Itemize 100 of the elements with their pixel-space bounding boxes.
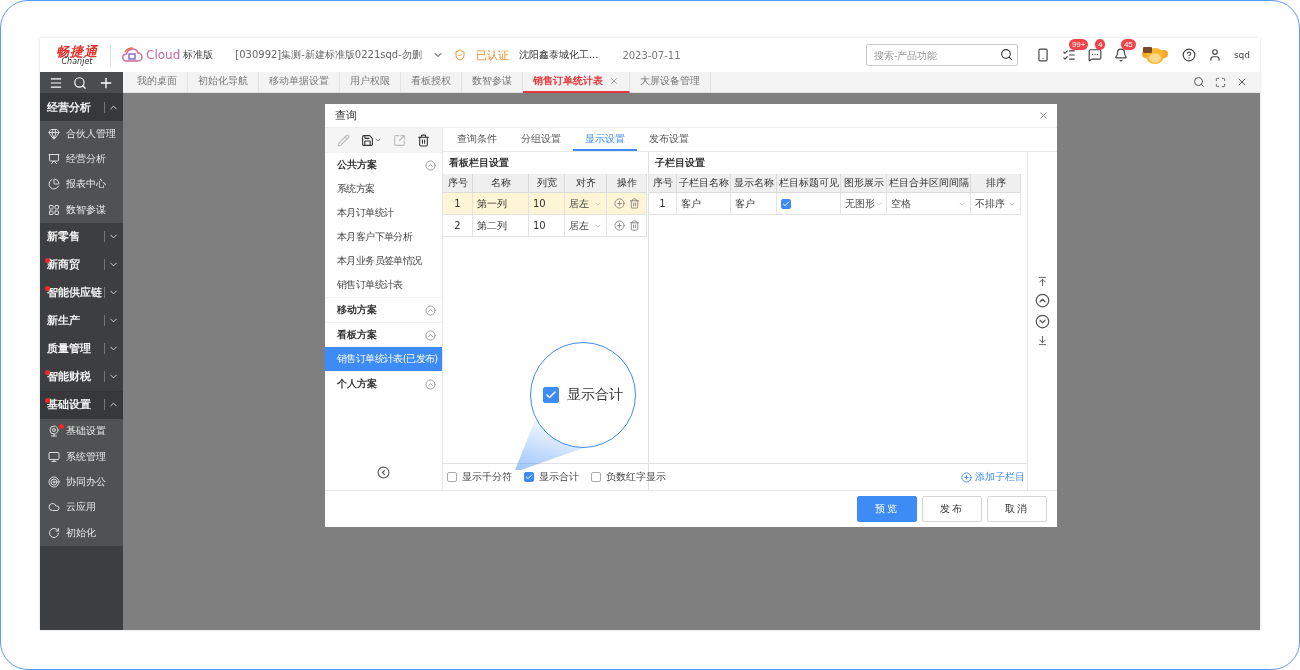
product-name: Cloud — [146, 48, 181, 62]
sidebar-group[interactable]: 经营分析 — [40, 93, 123, 121]
scheme-group[interactable]: 公共方案 — [337, 158, 377, 172]
shield-icon — [453, 49, 466, 61]
move-up-icon[interactable] — [1035, 293, 1050, 308]
move-top-icon[interactable] — [1037, 276, 1048, 287]
column-header: 排序 — [971, 174, 1021, 193]
table-cell: 10 — [529, 193, 565, 215]
tab[interactable]: 移动单据设置 — [259, 71, 340, 93]
option-label: 负数红字显示 — [606, 470, 666, 484]
trash-icon[interactable] — [417, 133, 431, 147]
tab[interactable]: 查询条件 — [445, 128, 509, 151]
move-bottom-icon[interactable] — [1037, 335, 1048, 346]
account-name[interactable]: [030992]集测-新建标准版0221sqd-勿删 — [235, 48, 422, 62]
scheme-group[interactable]: 移动方案 — [337, 303, 377, 317]
save-menu-button[interactable] — [360, 133, 382, 147]
column-header: 子栏目名称 — [677, 174, 731, 193]
mascot-icon[interactable] — [1139, 45, 1170, 65]
tab[interactable]: 数智参谋 — [462, 71, 523, 93]
tab[interactable]: 发布设置 — [637, 128, 701, 151]
scheme-item[interactable]: 系统方案 — [325, 177, 442, 201]
tab[interactable]: 看板授权 — [401, 71, 462, 93]
logo-name: 畅捷通 — [56, 44, 98, 58]
checkbox[interactable] — [524, 472, 534, 482]
table-cell: 1 — [649, 193, 677, 215]
webcam-icon — [48, 425, 60, 438]
message-icon[interactable] — [1087, 48, 1102, 62]
sidebar-item[interactable]: 经营分析 — [66, 152, 106, 167]
sidebar-item[interactable]: 基础设置 — [66, 424, 106, 439]
column-header: 列宽 — [529, 174, 565, 193]
sidebar-item[interactable]: 系统管理 — [66, 449, 106, 464]
phone-icon[interactable] — [1035, 48, 1050, 62]
sidebar-item[interactable]: 协同办公 — [66, 475, 106, 490]
merge-select[interactable]: 空格 — [891, 196, 966, 211]
scheme-item[interactable]: 本月业务员签单情况 — [325, 249, 442, 273]
grid-icon — [48, 203, 60, 216]
tab[interactable]: 我的桌面 — [127, 71, 188, 93]
check-icon — [525, 473, 533, 481]
column-header: 序号 — [649, 174, 677, 193]
count-badge: 4 — [1094, 39, 1106, 50]
scheme-group[interactable]: 个人方案 — [337, 377, 377, 391]
chart-select[interactable]: 无图形 — [845, 196, 883, 211]
tab[interactable]: 初始化导航 — [188, 71, 259, 93]
search-icon[interactable] — [73, 75, 88, 90]
edition-label: 标准版 — [183, 48, 214, 62]
scheme-item[interactable]: 本月订单统计 — [325, 201, 442, 225]
move-down-icon[interactable] — [1035, 314, 1050, 329]
checklist-icon[interactable] — [1061, 48, 1076, 62]
search-icon[interactable] — [999, 48, 1013, 61]
company-name: 沈阳鑫泰城化工... — [518, 48, 599, 62]
dialog-button[interactable]: 取消 — [987, 496, 1047, 522]
callout-label: 显示合计 — [567, 386, 623, 404]
bell-icon[interactable] — [1113, 48, 1128, 62]
sidebar-group[interactable]: 基础设置 — [40, 390, 123, 419]
scheme-group[interactable]: 看板方案 — [337, 328, 377, 342]
checkbox[interactable] — [781, 198, 791, 209]
option-label: 显示千分符 — [462, 470, 512, 484]
tab[interactable]: 大屏设备管理 — [630, 71, 711, 93]
user-icon[interactable] — [1207, 48, 1222, 62]
sort-select[interactable]: 不排序 — [975, 196, 1016, 211]
column-header: 栏目合并区间间隔 — [887, 174, 971, 193]
check-icon — [782, 199, 790, 208]
tab[interactable]: 用户权限 — [340, 71, 401, 93]
collapse-icon[interactable] — [377, 465, 390, 479]
add-icon[interactable] — [613, 198, 625, 209]
sidebar-item[interactable]: 初始化 — [66, 525, 96, 540]
add-icon — [961, 471, 972, 483]
tab[interactable]: 分组设置 — [509, 128, 573, 151]
scheme-item[interactable]: 本月客户下单分析 — [325, 225, 442, 249]
column-header: 栏目标题可见 — [777, 174, 841, 193]
dialog-button[interactable]: 发布 — [922, 496, 982, 522]
tab[interactable]: 显示设置 — [573, 128, 637, 151]
target-icon — [48, 476, 60, 489]
sidebar-item[interactable]: 云应用 — [66, 500, 96, 515]
checkbox[interactable] — [591, 472, 601, 482]
column-header: 对齐 — [565, 174, 607, 193]
menu-icon[interactable] — [49, 75, 64, 90]
scheme-item[interactable]: 销售订单统计表 — [325, 273, 442, 297]
section-title: 子栏目设置 — [654, 155, 706, 170]
sidebar-item[interactable]: 数智参谋 — [66, 202, 106, 217]
sidebar-item[interactable]: 报表中心 — [66, 177, 106, 192]
certification-label: 已认证 — [475, 47, 509, 63]
checkbox[interactable] — [447, 472, 457, 482]
table-cell: 2 — [443, 215, 473, 237]
refresh-icon — [48, 526, 60, 539]
search-field[interactable]: 搜索-产品功能 — [865, 44, 1018, 66]
add-icon[interactable] — [613, 220, 625, 231]
fullscreen-icon[interactable] — [1215, 76, 1226, 88]
close-icon[interactable] — [1236, 76, 1248, 88]
chevron-down-icon — [373, 136, 382, 144]
column-header: 显示名称 — [731, 174, 777, 193]
align-select[interactable]: 居左 — [569, 218, 602, 233]
table-cell: 第二列 — [473, 215, 529, 237]
help-icon[interactable] — [1181, 48, 1196, 62]
add-subcolumn-link[interactable]: 添加子栏目 — [961, 470, 1025, 484]
close-icon[interactable] — [1038, 110, 1049, 121]
date-text: 2023-07-11 — [622, 49, 681, 61]
table-cell: 10 — [529, 215, 565, 237]
sidebar-item[interactable]: 合伙人管理 — [66, 126, 116, 141]
count-badge: 45 — [1120, 39, 1136, 50]
